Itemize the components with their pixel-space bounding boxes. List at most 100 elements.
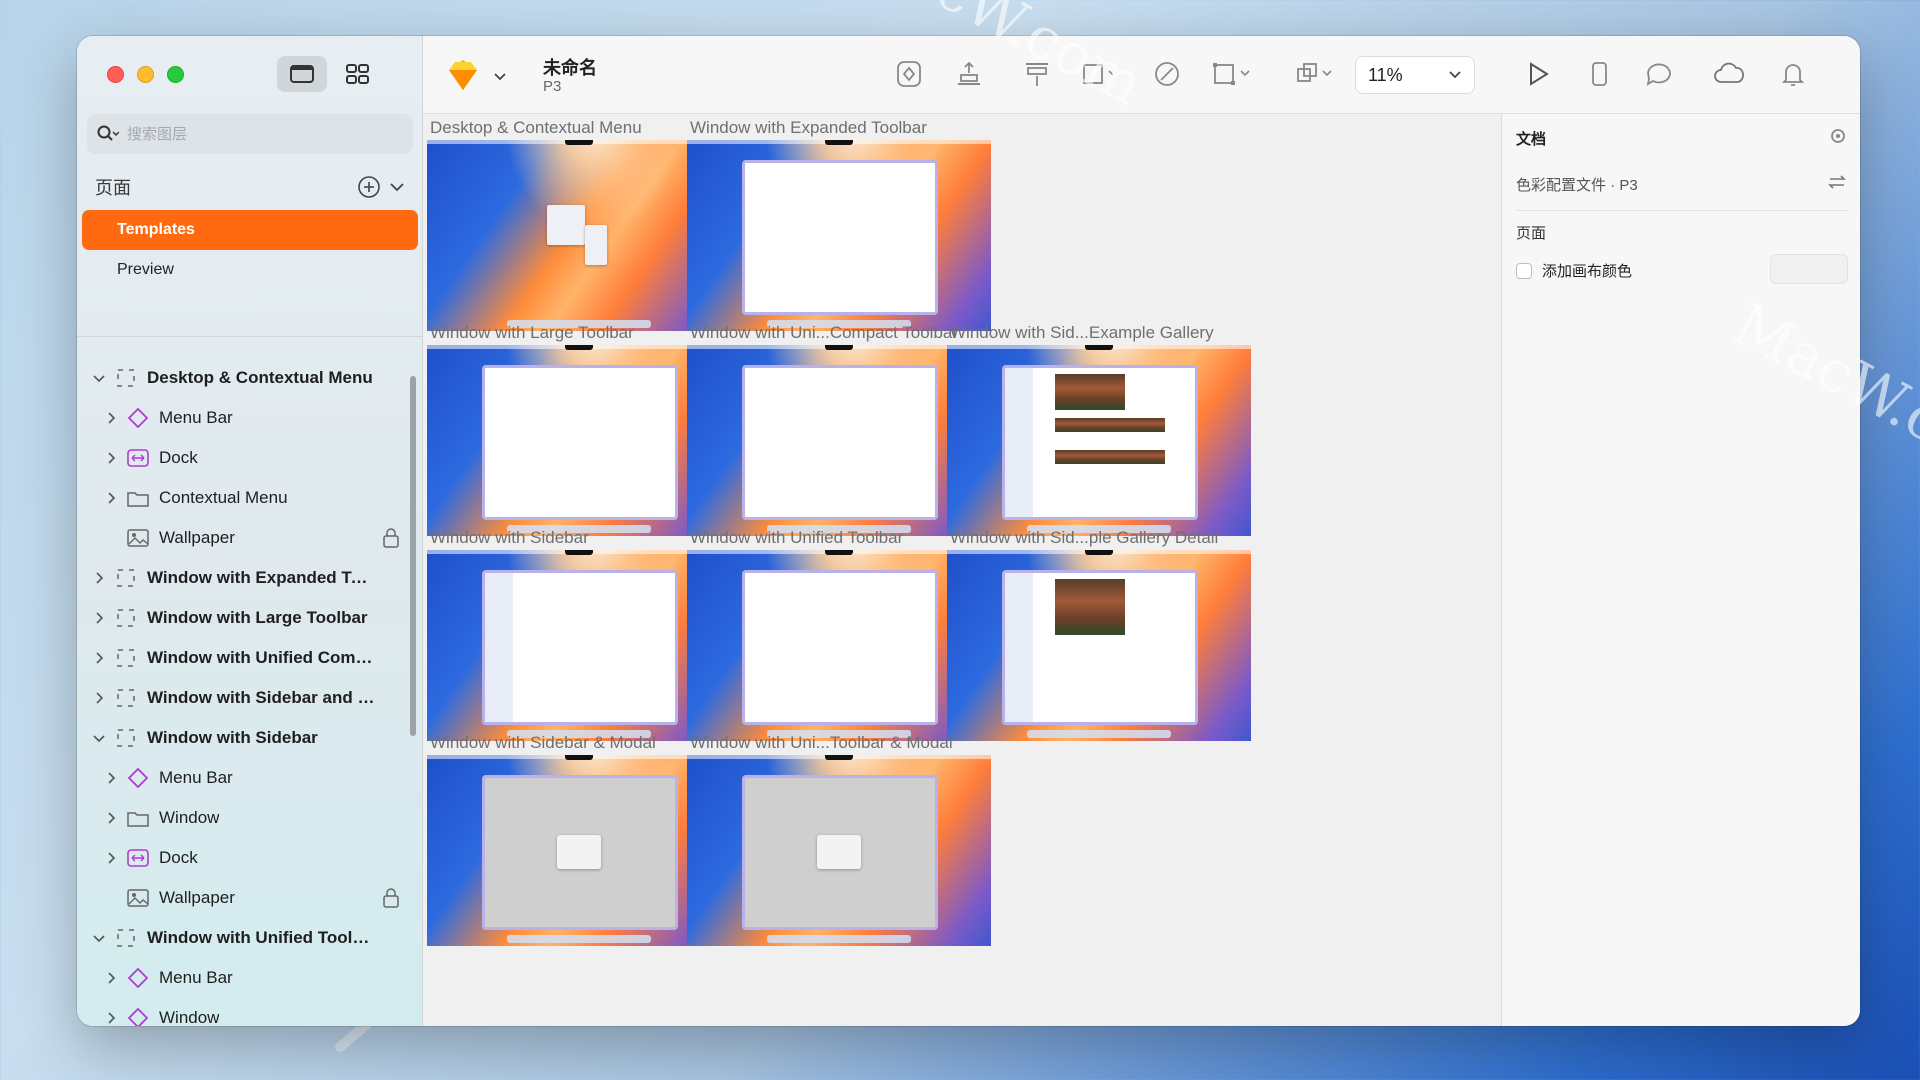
layer-row[interactable]: Window with Expanded Tool... (77, 558, 411, 598)
chevron-down-icon[interactable] (93, 932, 105, 944)
artboard-thumbnail[interactable] (947, 345, 1251, 536)
layer-scrollbar[interactable] (410, 376, 416, 736)
notifications-button[interactable] (1777, 58, 1809, 90)
layer-row[interactable]: Contextual Menu (77, 478, 411, 518)
layer-row[interactable]: Window with Sidebar and Ex... (77, 678, 411, 718)
artboard-label[interactable]: Desktop & Contextual Menu (430, 118, 642, 138)
canvas-view-button[interactable] (277, 56, 327, 92)
layer-label: Wallpaper (159, 888, 235, 907)
zoom-select[interactable]: 11% (1355, 56, 1475, 94)
canvas-color-well[interactable] (1770, 254, 1848, 284)
artboard-label[interactable]: Window with Expanded Toolbar (690, 118, 927, 138)
chevron-right-icon[interactable] (105, 892, 117, 904)
layer-row[interactable]: Menu Bar (77, 758, 411, 798)
artboard-thumbnail[interactable] (687, 140, 991, 331)
boolean-button[interactable] (1295, 58, 1339, 90)
inspector-pages-label: 页面 (1516, 225, 1547, 242)
chevron-right-icon[interactable] (93, 612, 105, 624)
sketch-logo-icon[interactable] (445, 58, 481, 92)
layer-row[interactable]: Dock (77, 838, 411, 878)
artboard-thumbnail[interactable] (427, 550, 731, 741)
layer-row[interactable]: Wallpaper (77, 878, 411, 918)
artboard-thumbnail[interactable] (427, 140, 731, 331)
artboard-label[interactable]: Window with Unified Toolbar (690, 528, 903, 548)
artboard-thumbnail[interactable] (687, 550, 991, 741)
layer-row[interactable]: Window (77, 798, 411, 838)
chevron-down-icon[interactable] (93, 372, 105, 384)
close-button[interactable] (107, 66, 124, 83)
chevron-right-icon[interactable] (105, 1012, 117, 1024)
chevron-right-icon[interactable] (105, 772, 117, 784)
chevron-right-icon[interactable] (93, 572, 105, 584)
layer-row[interactable]: Window with Sidebar (77, 718, 411, 758)
zoom-button[interactable] (167, 66, 184, 83)
chevron-right-icon[interactable] (105, 412, 117, 424)
add-canvas-color-checkbox[interactable] (1516, 262, 1532, 279)
comments-button[interactable] (1643, 58, 1675, 90)
symbol-icon (127, 407, 149, 429)
align-button[interactable] (953, 58, 985, 90)
lock-icon[interactable] (383, 528, 399, 553)
search-input[interactable] (127, 125, 387, 143)
artboard-label[interactable]: Window with Large Toolbar (430, 323, 634, 343)
layer-row[interactable]: Dock (77, 438, 411, 478)
minimize-button[interactable] (137, 66, 154, 83)
artboard-label[interactable]: Window with Sid...ple Gallery Detail (950, 528, 1218, 548)
layer-row[interactable]: Menu Bar (77, 398, 411, 438)
chevron-down-icon[interactable] (493, 70, 507, 84)
add-canvas-color-row[interactable]: 添加画布颜色 (1516, 260, 1632, 281)
add-page-icon[interactable] (357, 175, 381, 199)
dock-icon (127, 447, 149, 469)
bell-icon (1781, 64, 1805, 86)
layer-row[interactable]: Window with Unified Compa... (77, 638, 411, 678)
pages-title: 页面 (95, 178, 131, 198)
chevron-right-icon[interactable] (93, 652, 105, 664)
cloud-share-button[interactable] (1713, 58, 1745, 90)
chevron-down-icon[interactable] (389, 179, 405, 195)
lock-icon[interactable] (383, 888, 399, 913)
artboard-label[interactable]: Window with Uni...Toolbar & Modal (690, 733, 953, 753)
mirror-button[interactable] (1583, 58, 1615, 90)
swap-arrows-icon[interactable] (1826, 172, 1848, 192)
layer-label: Window (159, 808, 220, 827)
artboard-icon (115, 647, 137, 669)
page-item-templates[interactable]: Templates (82, 210, 418, 250)
artboard-thumbnail[interactable] (947, 550, 1251, 741)
artboard-thumbnail[interactable] (687, 345, 991, 536)
layer-label: Window with Unified Compa... (147, 648, 377, 667)
layer-label: Dock (159, 848, 198, 867)
chevron-right-icon[interactable] (93, 692, 105, 704)
artboard-label[interactable]: Window with Sid...Example Gallery (950, 323, 1214, 343)
artboard-thumbnail[interactable] (687, 755, 991, 946)
layer-row[interactable]: Window with Large Toolbar (77, 598, 411, 638)
grid-view-button[interactable] (333, 56, 383, 92)
layer-row[interactable]: Wallpaper (77, 518, 411, 558)
chevron-right-icon[interactable] (105, 452, 117, 464)
layer-row[interactable]: Desktop & Contextual Menu (77, 358, 411, 398)
vector-button[interactable] (1151, 58, 1183, 90)
layer-row[interactable]: Window with Unified Toolbar (77, 918, 411, 958)
page-item-label: Preview (117, 261, 174, 278)
chevron-right-icon[interactable] (105, 812, 117, 824)
canvas[interactable]: Desktop & Contextual Menu Window with Exp… (423, 114, 1501, 1026)
page-item-preview[interactable]: Preview (82, 250, 418, 290)
layer-search[interactable] (87, 114, 413, 154)
chevron-down-icon[interactable] (93, 732, 105, 744)
artboard-thumbnail[interactable] (427, 345, 731, 536)
layer-row[interactable]: Menu Bar (77, 958, 411, 998)
preview-play-button[interactable] (1521, 58, 1553, 90)
gear-icon[interactable] (1828, 126, 1848, 146)
pages-header: 页面 (95, 172, 405, 202)
resize-button[interactable] (1211, 58, 1255, 90)
layer-row[interactable]: Window (77, 998, 411, 1026)
artboard-label[interactable]: Window with Sidebar (430, 528, 589, 548)
chevron-right-icon[interactable] (105, 972, 117, 984)
artboard-label[interactable]: Window with Sidebar & Modal (430, 733, 656, 753)
artboard-label[interactable]: Window with Uni...Compact Toolbar (690, 323, 958, 343)
artboard-thumbnail[interactable] (427, 755, 731, 946)
insert-symbol-button[interactable] (893, 58, 925, 90)
document-title[interactable]: 未命名 (543, 54, 597, 80)
chevron-right-icon[interactable] (105, 532, 117, 544)
chevron-right-icon[interactable] (105, 492, 117, 504)
chevron-right-icon[interactable] (105, 852, 117, 864)
